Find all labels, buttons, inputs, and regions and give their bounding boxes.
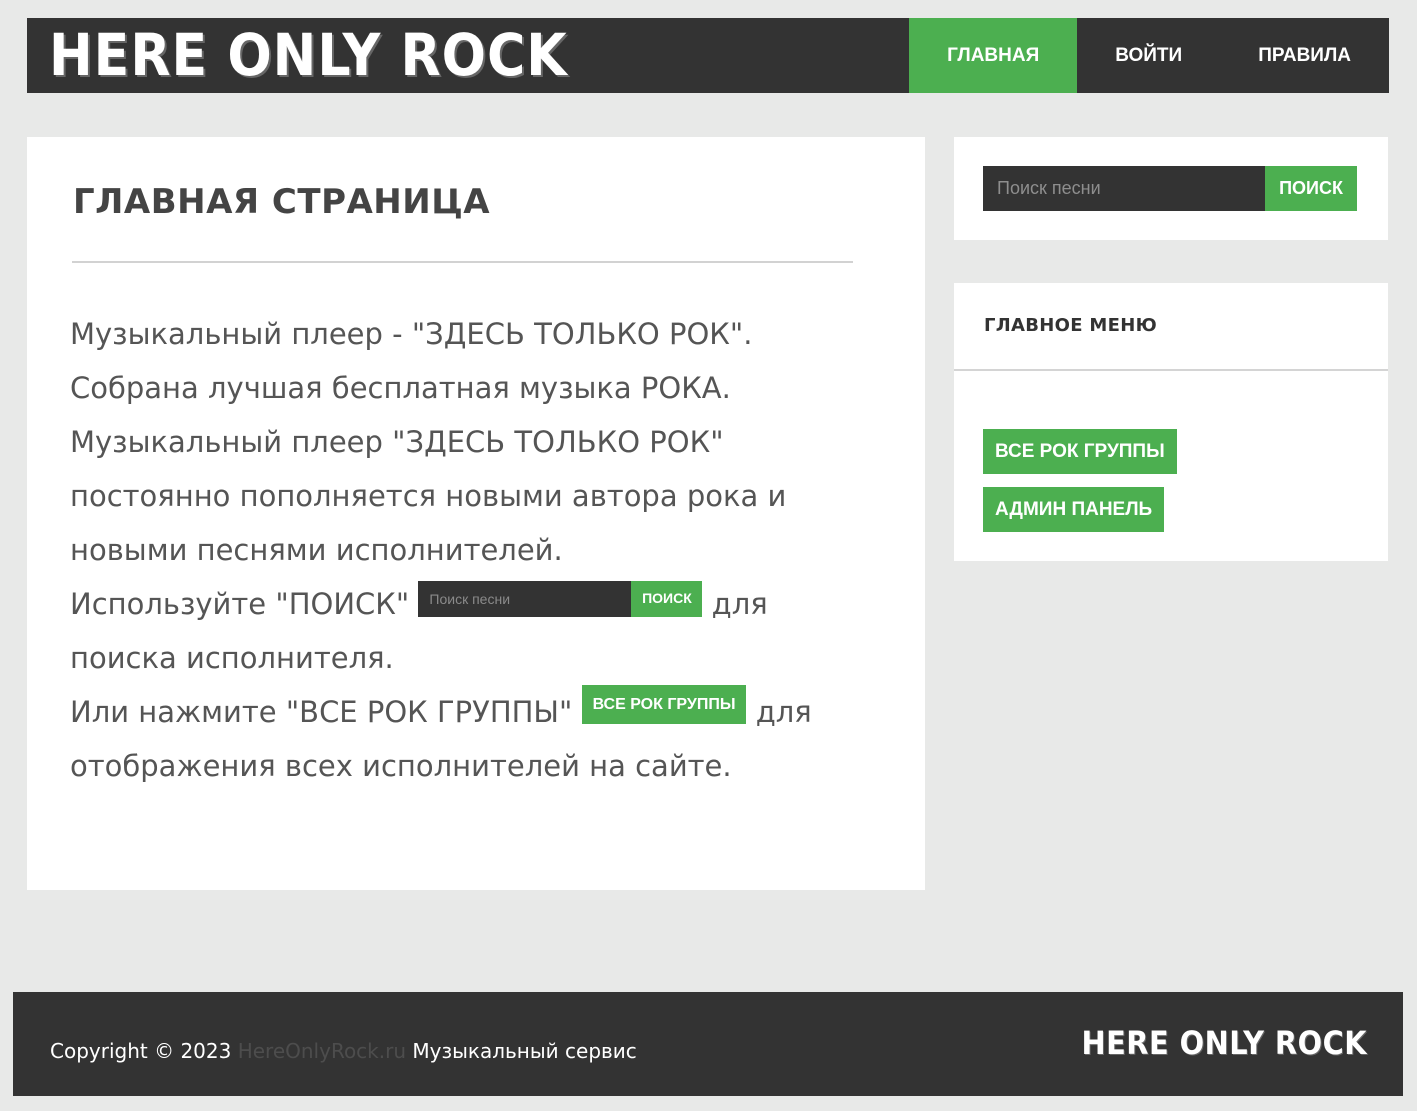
sidebar-menu-card: ГЛАВНОЕ МЕНЮ ВСЕ РОК ГРУППЫ АДМИН ПАНЕЛЬ <box>954 283 1388 561</box>
inline-search-button: ПОИСК <box>631 581 703 617</box>
inline-search-placeholder: Поиск песни <box>418 581 632 617</box>
site-link[interactable]: HereOnlyRock.ru <box>238 1039 406 1063</box>
page-title: ГЛАВНАЯ СТРАНИЦА <box>73 182 491 222</box>
groups-hint-paragraph: Или нажмите "ВСЕ РОК ГРУППЫ" ВСЕ РОК ГРУ… <box>70 685 860 793</box>
search-input[interactable] <box>983 166 1265 211</box>
all-rock-groups-button[interactable]: ВСЕ РОК ГРУППЫ <box>983 429 1177 474</box>
intro-paragraph: Музыкальный плеер - "ЗДЕСЬ ТОЛЬКО РОК". … <box>70 317 787 567</box>
inline-search-example: Поиск песни ПОИСК <box>418 581 703 617</box>
nav-item-home[interactable]: ГЛАВНАЯ <box>909 18 1078 93</box>
groups-hint-before: Или нажмите "ВСЕ РОК ГРУППЫ" <box>70 695 573 729</box>
search-button[interactable]: ПОИСК <box>1265 166 1357 211</box>
copyright-text: Copyright © 2023 <box>50 1039 232 1063</box>
copyright: Copyright © 2023 HereOnlyRock.ru Музыкал… <box>50 1039 637 1063</box>
nav-item-rules[interactable]: ПРАВИЛА <box>1220 18 1389 93</box>
search-hint-paragraph: Используйте "ПОИСК" Поиск песни ПОИСК дл… <box>70 577 860 685</box>
main-nav: ГЛАВНАЯ ВОЙТИ ПРАВИЛА <box>909 18 1389 93</box>
nav-item-login[interactable]: ВОЙТИ <box>1077 18 1220 93</box>
site-logo[interactable]: HERE ONLY ROCK <box>49 20 568 90</box>
site-footer: Copyright © 2023 HereOnlyRock.ru Музыкал… <box>13 992 1403 1096</box>
inline-all-groups-button: ВСЕ РОК ГРУППЫ <box>581 685 747 724</box>
site-header: HERE ONLY ROCK ГЛАВНАЯ ВОЙТИ ПРАВИЛА <box>27 18 1389 93</box>
sidebar-search-card: ПОИСК <box>954 137 1388 240</box>
search-hint-before: Используйте "ПОИСК" <box>70 587 410 621</box>
footer-logo[interactable]: HERE ONLY ROCK <box>1082 1024 1367 1062</box>
admin-panel-button[interactable]: АДМИН ПАНЕЛЬ <box>983 487 1165 532</box>
title-divider <box>72 261 853 263</box>
intro-text: Музыкальный плеер - "ЗДЕСЬ ТОЛЬКО РОК". … <box>70 307 860 793</box>
main-content-card: ГЛАВНАЯ СТРАНИЦА Музыкальный плеер - "ЗД… <box>27 137 925 890</box>
footer-tagline: Музыкальный сервис <box>412 1039 637 1063</box>
menu-divider <box>954 369 1388 371</box>
menu-title: ГЛАВНОЕ МЕНЮ <box>984 315 1158 336</box>
